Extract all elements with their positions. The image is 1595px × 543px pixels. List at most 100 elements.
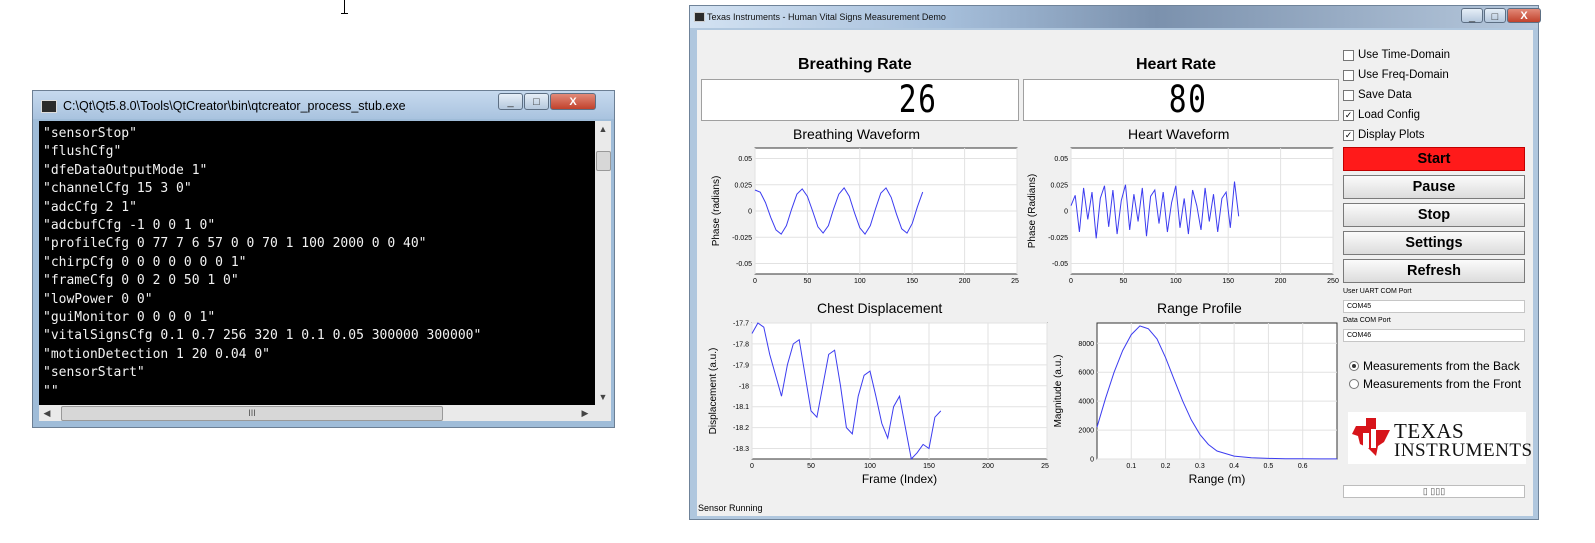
y-tick-label: 0 xyxy=(748,209,752,216)
console-line: "frameCfg 0 0 2 0 50 1 0" xyxy=(43,273,239,289)
console-maximize-button[interactable]: □ xyxy=(524,93,549,110)
x-tick-label: 200 xyxy=(1275,278,1287,285)
scroll-left-arrow-icon[interactable]: ◀ xyxy=(39,405,55,421)
logo-text-line2: INSTRUMENTS xyxy=(1394,440,1533,461)
console-horizontal-scrollbar[interactable]: ◀ III ▶ xyxy=(39,405,611,421)
x-tick-label: 250 xyxy=(1041,463,1049,470)
y-tick-label: -0.05 xyxy=(1052,261,1068,268)
y-tick-label: 8000 xyxy=(1078,341,1094,348)
checkbox-label: Load Config xyxy=(1358,109,1421,121)
plot-area xyxy=(751,322,1048,460)
console-vertical-scrollbar[interactable]: ▲ ▼ xyxy=(595,121,611,405)
x-axis-label: Range (m) xyxy=(1189,472,1246,486)
console-line: "lowPower 0 0" xyxy=(43,291,153,307)
use-time-domain-checkbox[interactable]: Use Time-Domain xyxy=(1343,49,1450,61)
console-line: "vitalSignsCfg 0.1 0.7 256 320 1 0.1 0.0… xyxy=(43,328,482,344)
y-tick-label: -17.9 xyxy=(733,362,749,369)
breathing-rate-value: 26 xyxy=(899,78,938,121)
x-tick-label: 200 xyxy=(959,278,971,285)
checkbox-box[interactable] xyxy=(1343,89,1354,101)
heart-rate-heading: Heart Rate xyxy=(1136,56,1217,73)
x-tick-label: 0 xyxy=(753,278,757,285)
console-line: "sensorStart" xyxy=(43,365,145,381)
y-tick-label: 0.025 xyxy=(734,182,752,189)
x-tick-label: 150 xyxy=(906,278,918,285)
y-tick-label: 0.05 xyxy=(738,156,752,163)
scroll-down-arrow-icon[interactable]: ▼ xyxy=(595,389,611,405)
x-tick-label: 0.4 xyxy=(1229,463,1239,470)
demo-close-button[interactable]: X xyxy=(1507,8,1541,23)
radio-measure-back[interactable]: Measurements from the Back xyxy=(1349,359,1520,373)
console-titlebar[interactable]: C:\Qt\Qt5.8.0\Tools\QtCreator\bin\qtcrea… xyxy=(33,91,614,119)
checkbox-box[interactable] xyxy=(1343,49,1354,61)
console-line: "adcbufCfg -1 0 0 1 0" xyxy=(43,218,216,234)
user-uart-label: User UART COM Port xyxy=(1343,288,1412,295)
console-vscroll-thumb[interactable] xyxy=(596,151,611,171)
radio-unselected-icon[interactable] xyxy=(1349,379,1359,389)
refresh-button[interactable]: Refresh xyxy=(1343,259,1525,283)
x-tick-label: 100 xyxy=(864,463,876,470)
x-tick-label: 50 xyxy=(804,278,812,285)
console-close-button[interactable]: X xyxy=(550,93,596,110)
x-tick-label: 50 xyxy=(807,463,815,470)
demo-minimize-button[interactable]: _ xyxy=(1461,8,1483,23)
demo-titlebar[interactable]: Texas Instruments - Human Vital Signs Me… xyxy=(690,6,1541,28)
checkbox-label: Use Time-Domain xyxy=(1358,49,1451,61)
breathing-rate-display: 26 xyxy=(701,79,1019,121)
save-data-checkbox[interactable]: Save Data xyxy=(1343,89,1412,101)
console-hscroll-thumb[interactable]: III xyxy=(61,406,443,421)
y-tick-label: -18.3 xyxy=(733,446,749,453)
y-tick-label: -17.8 xyxy=(733,341,749,348)
radio-selected-icon[interactable] xyxy=(1349,361,1359,371)
console-minimize-button[interactable]: _ xyxy=(498,93,523,110)
console-line: "chirpCfg 0 0 0 0 0 0 0 1" xyxy=(43,254,247,270)
scroll-right-arrow-icon[interactable]: ▶ xyxy=(577,405,593,421)
console-output[interactable]: "sensorStop" "flushCfg" "dfeDataOutputMode… xyxy=(39,121,595,405)
display-plots-checkbox[interactable]: ✓ Display Plots xyxy=(1343,129,1424,141)
x-tick-label: 100 xyxy=(854,278,866,285)
checkmark-icon[interactable]: ✓ xyxy=(1343,129,1354,141)
x-tick-label: 200 xyxy=(982,463,994,470)
demo-maximize-button[interactable]: □ xyxy=(1484,8,1506,23)
x-tick-label: 0.6 xyxy=(1298,463,1308,470)
radio-label: Measurements from the Front xyxy=(1363,377,1522,391)
checkbox-box[interactable] xyxy=(1343,69,1354,81)
y-tick-label: 0.025 xyxy=(1050,182,1068,189)
use-freq-domain-checkbox[interactable]: Use Freq-Domain xyxy=(1343,69,1449,81)
y-axis-label: Phase (radians) xyxy=(711,176,722,247)
load-config-checkbox[interactable]: ✓ Load Config xyxy=(1343,109,1420,121)
pause-button[interactable]: Pause xyxy=(1343,175,1525,199)
demo-window[interactable]: Texas Instruments - Human Vital Signs Me… xyxy=(689,5,1541,520)
scroll-up-arrow-icon[interactable]: ▲ xyxy=(595,121,611,137)
x-tick-label: 0.5 xyxy=(1264,463,1274,470)
y-tick-label: 0.05 xyxy=(1054,156,1068,163)
x-tick-label: 0.1 xyxy=(1126,463,1136,470)
x-tick-label: 250 xyxy=(1011,278,1019,285)
console-line: "sensorStop" xyxy=(43,126,137,141)
heart-waveform-chart: 0 50 100 150 200 250 -0.05 -0.025 0 0.025 0.05 Phas… xyxy=(1027,147,1339,285)
console-title: C:\Qt\Qt5.8.0\Tools\QtCreator\bin\qtcrea… xyxy=(63,99,406,113)
y-tick-label: 4000 xyxy=(1078,399,1094,406)
x-tick-label: 150 xyxy=(1222,278,1234,285)
radio-measure-front[interactable]: Measurements from the Front xyxy=(1349,377,1521,391)
checkmark-icon[interactable]: ✓ xyxy=(1343,109,1354,121)
demo-client-area: Breathing Rate Heart Rate 26 80 Breathin… xyxy=(697,30,1533,516)
y-tick-label: 0 xyxy=(1090,457,1094,464)
data-port-input[interactable]: COM46 xyxy=(1343,329,1525,342)
y-axis-label: Displacement (a.u.) xyxy=(708,348,719,435)
breathing-waveform-chart: 0 50 100 150 200 250 -0.05 -0.025 0 0.025 0.05 Phas… xyxy=(711,147,1019,285)
console-window[interactable]: C:\Qt\Qt5.8.0\Tools\QtCreator\bin\qtcrea… xyxy=(32,90,615,428)
ti-state-icon xyxy=(1352,418,1390,456)
user-uart-input[interactable]: COM45 xyxy=(1343,300,1525,313)
console-line: "motionDetection 1 20 0.04 0" xyxy=(43,346,270,362)
console-line: "dfeDataOutputMode 1" xyxy=(43,162,208,178)
settings-button[interactable]: Settings xyxy=(1343,231,1525,255)
heart-rate-display: 80 xyxy=(1023,79,1339,121)
console-window-controls: _ □ X xyxy=(497,93,596,110)
x-tick-label: 0 xyxy=(750,463,754,470)
status-bar-text: Sensor Running xyxy=(698,503,763,513)
texas-instruments-logo: TEXAS INSTRUMENTS xyxy=(1348,412,1532,464)
stop-button[interactable]: Stop xyxy=(1343,203,1525,227)
start-button[interactable]: Start xyxy=(1343,147,1525,171)
x-tick-label: 0 xyxy=(1069,278,1073,285)
